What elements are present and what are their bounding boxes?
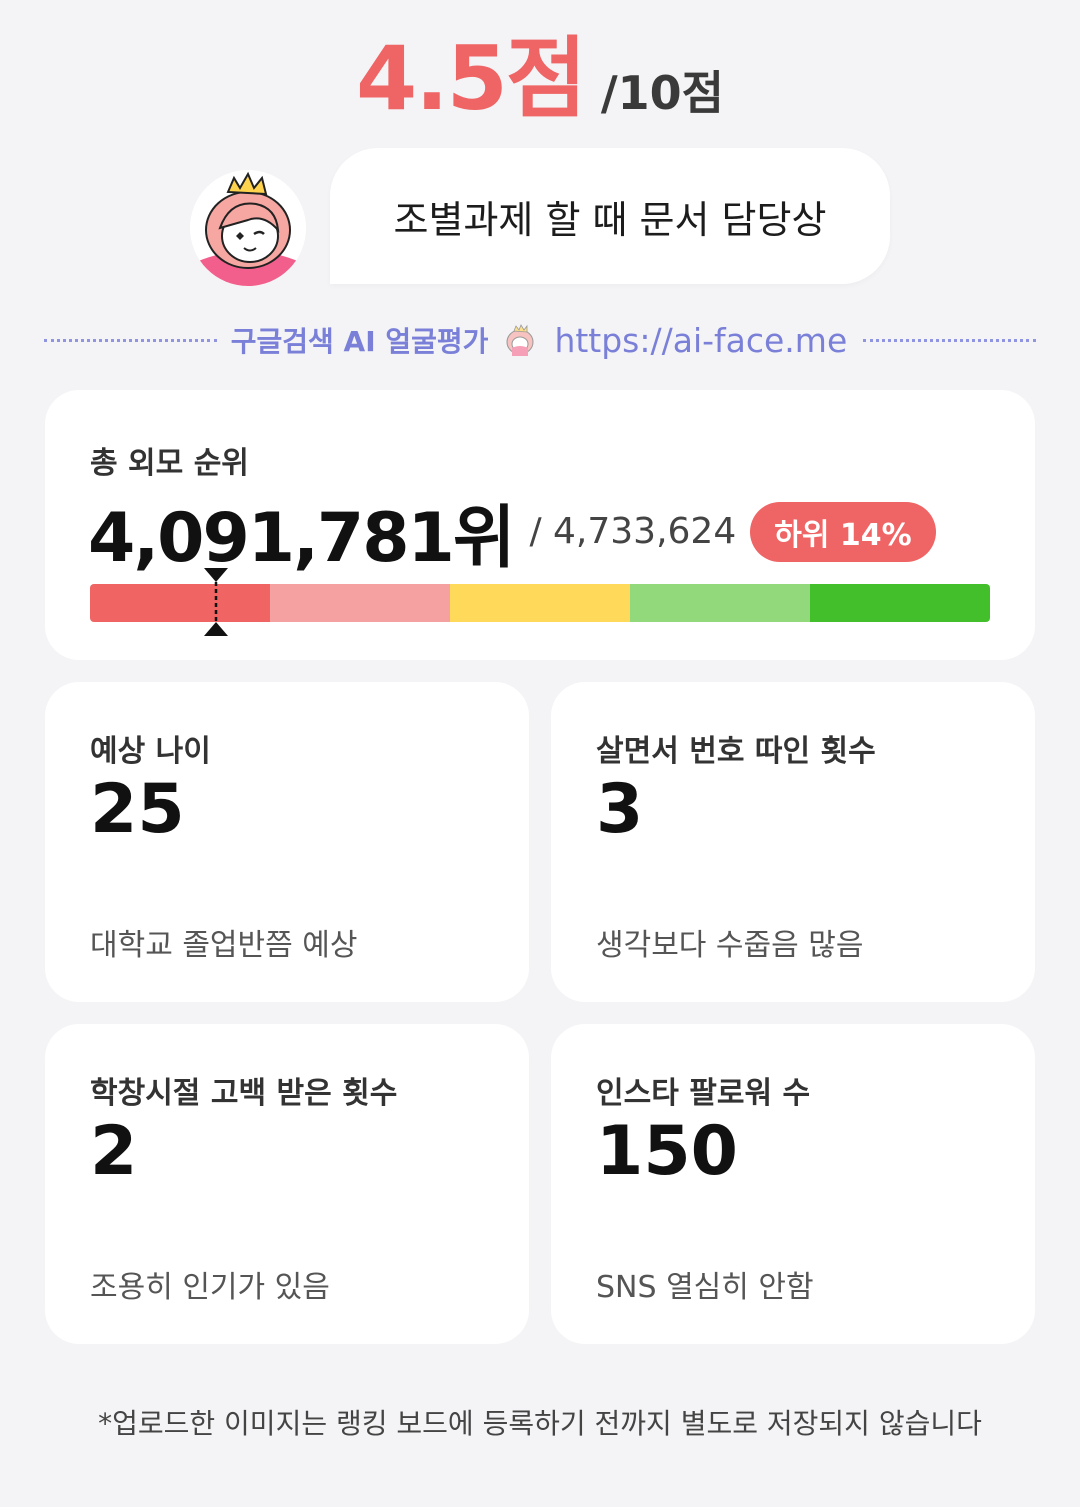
stat-card-confessions: 학창시절 고백 받은 횟수 2 조용히 인기가 있음	[45, 1024, 529, 1344]
score-header: 4.5점 /10점	[0, 8, 1080, 135]
princess-face-icon	[506, 324, 534, 356]
score-value: 4.5점	[356, 27, 587, 130]
princess-face-icon	[190, 170, 306, 286]
watermark-url[interactable]: https://ai-face.me	[554, 321, 847, 360]
rank-label: 총 외모 순위	[90, 446, 249, 481]
rank-total: / 4,733,624	[529, 511, 737, 552]
stat-label: 예상 나이	[90, 734, 211, 769]
stat-value: 25	[90, 770, 185, 849]
dotted-divider-right	[863, 338, 1037, 342]
bar-segment-4	[630, 584, 810, 622]
stat-label: 학창시절 고백 받은 횟수	[90, 1076, 398, 1111]
stat-value: 3	[596, 770, 644, 849]
stat-desc: 조용히 인기가 있음	[90, 1270, 330, 1305]
bar-segment-5	[810, 584, 990, 622]
stat-desc: 대학교 졸업반쯤 예상	[90, 928, 358, 963]
rank-marker-icon	[204, 568, 228, 636]
bar-segment-3	[450, 584, 630, 622]
rank-card: 총 외모 순위 4,091,781위 / 4,733,624 하위 14%	[45, 390, 1035, 660]
bar-segment-1	[90, 584, 270, 622]
stat-value: 2	[90, 1112, 138, 1191]
stat-card-number-asked: 살면서 번호 따인 횟수 3 생각보다 수줍음 많음	[551, 682, 1035, 1002]
stat-card-followers: 인스타 팔로워 수 150 SNS 열심히 안함	[551, 1024, 1035, 1344]
result-page: 4.5점 /10점 조별과제 할 때 문서 담당상 구글검색 AI 얼굴평가 h…	[0, 0, 1080, 1507]
stat-label: 살면서 번호 따인 횟수	[596, 734, 876, 769]
privacy-footnote: *업로드한 이미지는 랭킹 보드에 등록하기 전까지 별도로 저장되지 않습니다	[98, 1407, 982, 1440]
bar-segment-2	[270, 584, 450, 622]
stat-desc: 생각보다 수줍음 많음	[596, 928, 864, 963]
stat-label: 인스타 팔로워 수	[596, 1076, 811, 1111]
stat-card-age: 예상 나이 25 대학교 졸업반쯤 예상	[45, 682, 529, 1002]
rank-line: 4,091,781위 / 4,733,624 하위 14%	[88, 482, 936, 581]
rank-value: 4,091,781위	[88, 499, 515, 578]
dotted-divider-left	[44, 338, 217, 342]
watermark-label: 구글검색 AI 얼굴평가	[230, 325, 489, 358]
score-total: /10점	[600, 66, 724, 120]
comment-bubble: 조별과제 할 때 문서 담당상	[330, 148, 890, 284]
stat-value: 150	[596, 1112, 738, 1191]
comment-text: 조별과제 할 때 문서 담당상	[393, 197, 827, 242]
watermark-row: 구글검색 AI 얼굴평가 https://ai-face.me	[44, 318, 1037, 362]
stat-desc: SNS 열심히 안함	[596, 1270, 814, 1305]
percentile-badge: 하위 14%	[750, 501, 936, 562]
